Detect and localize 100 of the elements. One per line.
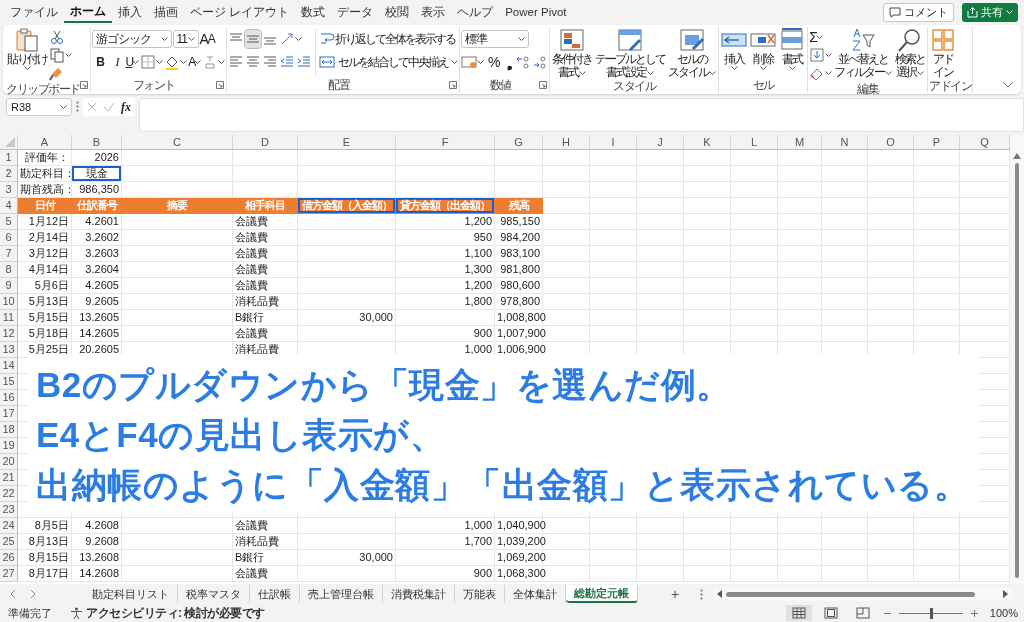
vertical-align-button[interactable] [245,30,262,48]
phonetic-button[interactable] [202,53,226,71]
column-header[interactable]: K [684,135,731,150]
shrink-font-button[interactable]: A [207,30,214,48]
more-options-icon[interactable] [700,588,703,600]
menu-tab[interactable]: 数式 [295,1,332,23]
menu-tab[interactable]: ホーム [64,1,112,23]
dialog-launcher-icon[interactable] [449,81,458,89]
comment-button[interactable]: コメント [883,2,954,22]
menu-tab[interactable]: 挿入 [112,1,148,23]
add-sheet-button[interactable]: + [662,586,688,602]
scrollbar-thumb[interactable] [1015,163,1019,578]
menu-tab[interactable]: ページ レイアウト [184,1,296,23]
row-header[interactable]: 10 [0,294,18,310]
insert-cells-button[interactable]: 挿入 [720,27,749,70]
row-header[interactable]: 22 [0,486,18,502]
menu-tab[interactable]: データ [331,1,380,23]
font-name-field[interactable]: 游ゴシック [91,30,172,48]
row-header[interactable]: 4 [0,198,18,214]
dialog-launcher-icon[interactable] [216,81,225,89]
share-button[interactable]: 共有 [962,2,1018,22]
sheet-tab[interactable]: 税率マスタ [178,585,250,603]
previous-sheet-icon[interactable] [10,589,16,599]
row-header[interactable]: 26 [0,550,18,566]
row-header[interactable]: 27 [0,566,18,582]
row-header[interactable]: 23 [0,502,18,518]
row-header[interactable]: 25 [0,534,18,550]
scroll-left-icon[interactable] [717,590,722,598]
row-header[interactable]: 20 [0,454,18,470]
column-header[interactable]: I [590,135,637,150]
sheet-tab[interactable]: 勘定科目リスト [84,585,178,603]
zoom-level[interactable]: 100% [989,607,1018,619]
sheet-tab[interactable]: 総勘定元帳 [566,585,638,603]
row-header[interactable]: 1 [0,150,18,166]
sheet-tab[interactable]: 売上管理台帳 [300,585,383,603]
row-header[interactable]: 15 [0,374,18,390]
sheet-tab[interactable]: 万能表 [455,585,505,603]
row-header[interactable]: 13 [0,342,18,358]
slider-thumb[interactable] [929,607,933,619]
row-header[interactable]: 9 [0,278,18,294]
zoom-in-icon[interactable] [970,609,978,617]
row-header[interactable]: 7 [0,246,18,262]
column-header[interactable]: G [495,135,543,150]
row-header[interactable]: 3 [0,182,18,198]
row-header[interactable]: 16 [0,390,18,406]
row-header[interactable]: 24 [0,518,18,534]
find-select-button[interactable]: 検索と 選択 [894,27,927,79]
menu-tab[interactable]: 表示 [415,1,452,23]
cell-styles-button[interactable]: セルの スタイル [667,27,718,79]
menu-tab[interactable]: Power Pivot [499,1,573,23]
column-header[interactable]: C [122,135,233,150]
row-header[interactable]: 12 [0,326,18,342]
comma-style-button[interactable]: ❟ [502,53,515,71]
sheet-tab[interactable]: 消費税集計 [383,585,455,603]
scroll-right-icon[interactable] [1003,590,1008,598]
cancel-icon[interactable] [87,102,97,112]
format-as-table-button[interactable]: テーブルとして 書式設定 [594,27,667,79]
fill-button[interactable] [809,46,833,64]
column-header[interactable]: M [778,135,822,150]
number-format-field[interactable]: 標準 [461,30,530,48]
increase-decimal-button[interactable] [515,53,532,71]
font-color-button[interactable]: A [188,53,202,71]
add-ins-button[interactable]: アド イン [929,27,958,79]
paste-button[interactable]: 貼り付け [6,27,48,70]
row-header[interactable]: 14 [0,358,18,374]
italic-button[interactable]: I [108,53,125,71]
dialog-launcher-icon[interactable] [79,81,88,89]
row-header[interactable]: 17 [0,406,18,422]
column-header[interactable]: N [822,135,868,150]
row-header[interactable]: 19 [0,438,18,454]
delete-cells-button[interactable]: 削除 [749,27,778,70]
column-header[interactable]: A [18,135,72,150]
column-header[interactable]: H [543,135,590,150]
copy-button[interactable] [49,46,72,64]
currency-button[interactable] [461,53,485,71]
column-header[interactable]: P [914,135,960,150]
percent-button[interactable]: % [485,53,502,71]
dialog-launcher-icon[interactable] [539,81,548,89]
normal-view-button[interactable] [785,605,812,621]
menu-tab[interactable]: 描画 [148,1,184,23]
column-header[interactable]: B [72,135,122,150]
font-size-field[interactable]: 11 [172,30,199,48]
autosum-button[interactable]: Σ [809,28,833,46]
collapse-ribbon-icon[interactable] [1003,82,1013,88]
conditional-formatting-button[interactable]: 条件付き 書式 [551,27,594,79]
column-header[interactable]: L [731,135,778,150]
row-header[interactable]: 6 [0,230,18,246]
check-icon[interactable] [103,102,115,112]
row-header[interactable]: 18 [0,422,18,438]
column-header[interactable]: E [298,135,396,150]
next-sheet-icon[interactable] [30,589,36,599]
column-header[interactable]: O [868,135,914,150]
name-box[interactable]: R38 [6,98,72,116]
underline-button[interactable]: U [125,53,140,71]
accessibility-button[interactable]: アクセシビリティ: 検討が必要です [70,604,265,622]
column-header[interactable]: F [396,135,495,150]
grow-font-button[interactable]: A [199,30,207,48]
bold-button[interactable]: B [91,53,108,71]
sort-filter-button[interactable]: 並べ替えと フィルター [833,27,894,79]
row-header[interactable]: 8 [0,262,18,278]
